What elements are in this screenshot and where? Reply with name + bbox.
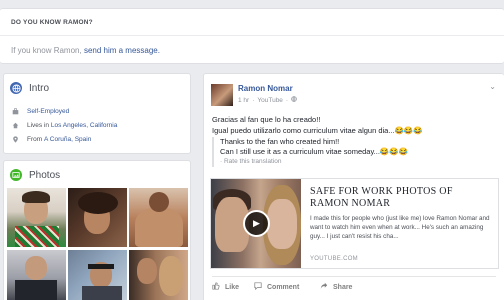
post-line: Igual puedo utilizarlo como curriculum v… [212, 126, 423, 135]
lives-prefix: Lives in [27, 122, 50, 129]
from-link[interactable]: A Coruña, Spain [44, 136, 91, 143]
play-icon[interactable]: ▶ [243, 210, 270, 237]
photo-thumbnail[interactable] [129, 250, 188, 300]
rate-translation[interactable]: · Rate this translation [220, 157, 497, 167]
dot-separator: · [220, 158, 223, 165]
divider [212, 276, 496, 277]
thumbs-up-icon [212, 282, 220, 292]
know-card-text: If you know Ramon, send him a message. [11, 46, 160, 55]
comment-label: Comment [267, 283, 300, 291]
post-text: Gracias al fan que lo ha creado!! Igual … [212, 114, 497, 136]
photo-icon [10, 169, 22, 181]
lives-link[interactable]: Los Angeles, California [51, 122, 118, 129]
post-card: Ramon Nomar 1 hr · YouTube · ⌄ Gracias a… [203, 73, 504, 300]
intro-item-from: From A Coruña, Spain [12, 136, 91, 143]
link-domain: YOUTUBE.COM [310, 256, 358, 262]
rate-translation-label: Rate this translation [223, 158, 282, 165]
intro-card: Intro Self-Employed Lives in Los Angeles… [3, 73, 191, 154]
post-meta: 1 hr · YouTube · [238, 96, 297, 104]
divider [0, 35, 504, 36]
translation-line: Can I still use it as a curriculum vitae… [220, 147, 408, 156]
avatar[interactable] [211, 84, 233, 106]
briefcase-icon [12, 108, 19, 115]
translation-line: Thanks to the fan who created him!! [220, 137, 340, 146]
photos-title: Photos [29, 169, 61, 181]
link-title[interactable]: SAFE FOR WORK PHOTOS OF RAMON NOMAR [310, 186, 490, 210]
photo-thumbnail[interactable] [68, 250, 127, 300]
know-text-prefix: If you know Ramon, [11, 46, 82, 55]
photo-thumbnail[interactable] [7, 188, 66, 247]
intro-item-work: Self-Employed [12, 108, 69, 115]
post-time[interactable]: 1 hr [238, 97, 249, 104]
like-button[interactable]: Like [212, 282, 239, 292]
like-label: Like [225, 283, 240, 291]
globe-icon [10, 82, 22, 94]
intro-item-lives: Lives in Los Angeles, California [12, 122, 117, 129]
share-icon [320, 282, 328, 292]
chevron-down-icon[interactable]: ⌄ [489, 82, 496, 91]
photo-thumbnail[interactable] [7, 250, 66, 300]
video-thumbnail[interactable]: ▶ [211, 179, 301, 268]
intro-header: Intro [10, 82, 49, 94]
from-prefix: From [27, 136, 43, 143]
share-button[interactable]: Share [320, 282, 352, 292]
meta-separator: · [285, 96, 289, 104]
photos-header: Photos [10, 169, 60, 181]
post-line: Gracias al fan que lo ha creado!! [212, 115, 321, 124]
link-description: I made this for people who (just like me… [310, 215, 490, 240]
work-link[interactable]: Self-Employed [27, 108, 69, 115]
photo-thumbnail[interactable] [68, 188, 127, 247]
post-author-link[interactable]: Ramon Nomar [238, 84, 293, 93]
know-card-title: DO YOU KNOW RAMON? [11, 19, 93, 26]
home-icon [12, 122, 19, 129]
link-preview[interactable]: ▶ SAFE FOR WORK PHOTOS OF RAMON NOMAR I … [210, 178, 499, 269]
globe-icon [291, 96, 297, 104]
photo-thumbnail[interactable] [129, 188, 188, 247]
meta-separator: · [252, 96, 255, 104]
photos-card: Photos [3, 160, 191, 300]
intro-title: Intro [29, 82, 50, 94]
translation-box: Thanks to the fan who created him!! Can … [212, 137, 497, 167]
comment-icon [254, 282, 262, 292]
comment-button[interactable]: Comment [254, 282, 299, 292]
location-pin-icon [12, 136, 19, 143]
send-message-link[interactable]: send him a message. [84, 46, 160, 55]
share-label: Share [333, 283, 353, 291]
know-card: DO YOU KNOW RAMON? If you know Ramon, se… [0, 8, 504, 64]
post-source[interactable]: YouTube [257, 97, 283, 104]
